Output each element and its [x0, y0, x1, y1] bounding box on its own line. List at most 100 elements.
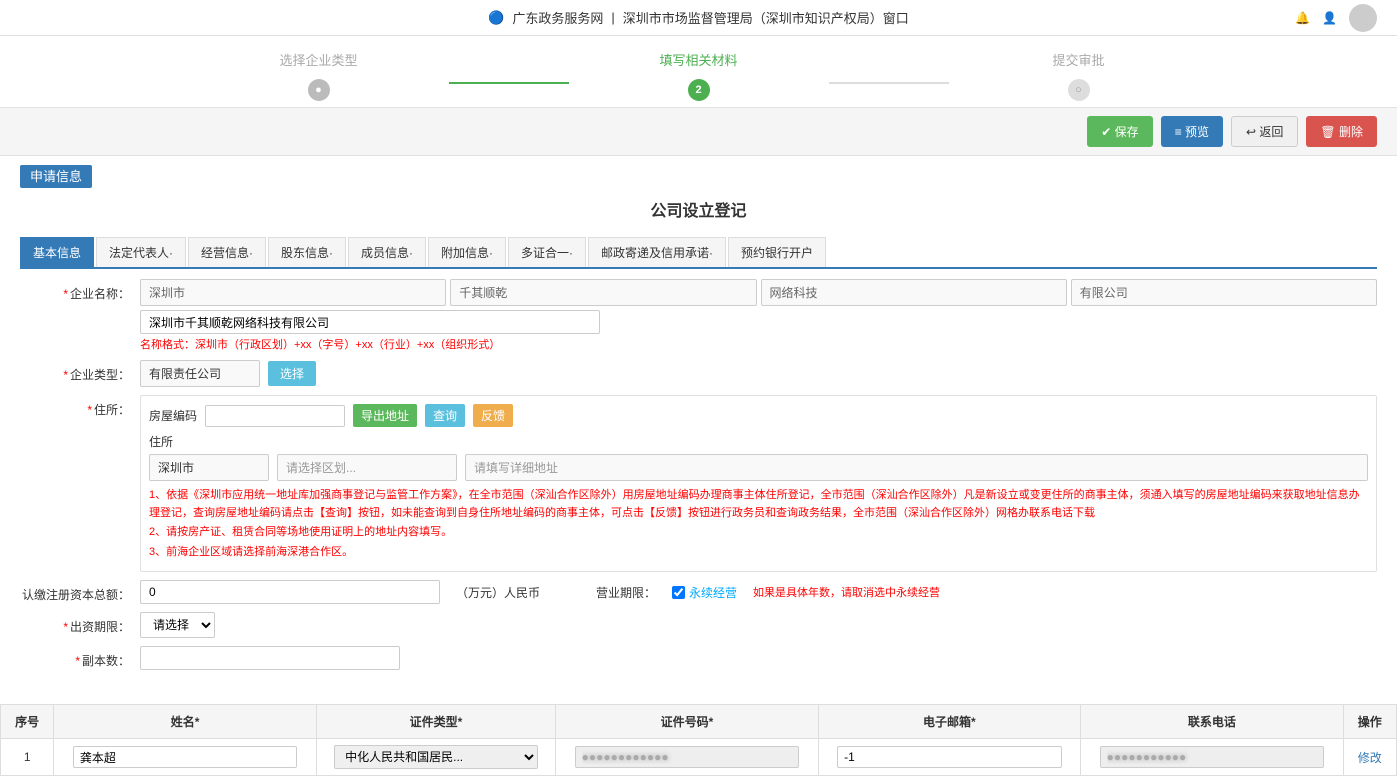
company-name-row: 企业名称： 深圳市 千其顺乾 网络科技 有限公司 名称格式：深圳市（行政区划）+… [20, 279, 1377, 352]
step-3-label: 提交审批 [1052, 50, 1104, 69]
address-row2: 深圳市 请选择区划... 请填写详细地址 [149, 454, 1368, 481]
tab-legal[interactable]: 法定代表人· [96, 237, 186, 267]
cert-type-select[interactable]: 中化人民共和国居民... [334, 745, 538, 769]
cell-num: 1 [1, 739, 54, 776]
step-1-label: 选择企业类型 [279, 50, 357, 69]
address-block: 房屋编码 导出地址 查询 反馈 住所 深圳市 请选择区划... 请填写详细地址 [140, 395, 1377, 572]
feedback-button[interactable]: 反馈 [473, 404, 513, 427]
capital-label: 认缴注册资本总额： [20, 580, 140, 603]
export-address-button[interactable]: 导出地址 [353, 404, 417, 427]
step-2-label: 填写相关材料 [659, 50, 737, 69]
address-location-label: 住所 [149, 433, 1368, 450]
period-row: 出资期限： 请选择 [20, 612, 1377, 638]
tab-shareholder[interactable]: 股东信息· [268, 237, 346, 267]
capital-field: （万元）人民币 营业期限： 永续经营 如果是具体年数，请取消选中永续经营 [140, 580, 1377, 604]
period-field: 请选择 [140, 612, 1377, 638]
biz-period-label: 营业期限： [596, 584, 656, 601]
step-1-circle: ● [308, 79, 330, 101]
toolbar: ✔ 保存 ≡ 预览 ↩ 返回 🗑 删除 [0, 108, 1397, 156]
capital-input[interactable] [140, 580, 440, 604]
cell-cert-type: 中化人民共和国居民... [316, 739, 555, 776]
step-3: 提交审批 ○ [949, 50, 1209, 101]
tabs-container: 基本信息 法定代表人· 经营信息· 股东信息· 成员信息· 附加信息· 多证合一… [0, 237, 1397, 269]
company-type-field: 有限责任公司 选择 [140, 360, 1377, 387]
step-1: 选择企业类型 ● [189, 50, 449, 101]
save-button[interactable]: ✔ 保存 [1087, 116, 1152, 147]
company-type-value: 有限责任公司 [140, 360, 260, 387]
content-card: 申请信息 公司设立登记 基本信息 法定代表人· 经营信息· 股东信息· 成员信息… [0, 156, 1397, 776]
tab-postal[interactable]: 邮政寄递及信用承诺· [588, 237, 726, 267]
select-type-button[interactable]: 选择 [268, 361, 316, 386]
type-row: 有限责任公司 选择 [140, 360, 1377, 387]
step-2: 填写相关材料 2 [569, 50, 829, 101]
name-part-type: 有限公司 [1071, 279, 1377, 306]
col-email: 电子邮箱* [818, 705, 1080, 739]
site-name: 广东政务服务网 [512, 8, 603, 27]
copies-input[interactable] [140, 646, 400, 670]
user-icon[interactable]: 👤 [1322, 11, 1337, 25]
form-content: 企业名称： 深圳市 千其顺乾 网络科技 有限公司 名称格式：深圳市（行政区划）+… [0, 269, 1397, 688]
biz-period-checkbox-label[interactable]: 永续经营 [672, 584, 737, 601]
tab-multi[interactable]: 多证合一· [508, 237, 586, 267]
address-label: 住所： [20, 395, 140, 418]
header-icon: 🔵 [488, 10, 504, 26]
capital-unit: （万元）人民币 [456, 584, 540, 601]
address-note-3: 3、前海企业区域请选择前海深港合作区。 [149, 544, 1368, 562]
header-right: 🔔 👤 [1295, 4, 1377, 32]
company-name-label: 企业名称： [20, 279, 140, 302]
cell-phone [1081, 739, 1343, 776]
col-action: 操作 [1343, 705, 1396, 739]
bell-icon[interactable]: 🔔 [1295, 11, 1310, 25]
biz-period-checkbox-text: 永续经营 [689, 584, 737, 601]
phone-input[interactable] [1100, 746, 1325, 768]
tab-bank[interactable]: 预约银行开户 [728, 237, 826, 267]
period-select[interactable]: 请选择 [140, 612, 215, 638]
address-city: 深圳市 [149, 454, 269, 481]
header: 🔵 广东政务服务网 | 深圳市市场监督管理局（深圳市知识产权局）窗口 🔔 👤 [0, 0, 1397, 36]
tab-biz[interactable]: 经营信息· [188, 237, 266, 267]
section-label: 申请信息 [20, 165, 92, 188]
copies-field [140, 646, 1377, 670]
address-row1: 房屋编码 导出地址 查询 反馈 [149, 404, 1368, 427]
capital-biz-row: 认缴注册资本总额： （万元）人民币 营业期限： 永续经营 如果是具体年数，请取消… [20, 580, 1377, 604]
address-notes: 1、依据《深圳市应用统一地址库加强商事登记与监管工作方案》，在全市范围（深汕合作… [149, 487, 1368, 561]
person-table: 序号 姓名* 证件类型* 证件号码* 电子邮箱* 联系电话 操作 1 [0, 704, 1397, 776]
header-divider: | [611, 10, 614, 25]
company-name-hint: 名称格式：深圳市（行政区划）+xx（字号）+xx（行业）+xx（组织形式） [140, 336, 1377, 352]
preview-button[interactable]: ≡ 预览 [1161, 116, 1223, 147]
step-2-circle: 2 [688, 79, 710, 101]
house-code-input[interactable] [205, 405, 345, 427]
address-district[interactable]: 请选择区划... [277, 454, 457, 481]
name-input[interactable] [73, 746, 298, 768]
cell-name [54, 739, 316, 776]
main-wrapper: 申请信息 公司设立登记 基本信息 法定代表人· 经营信息· 股东信息· 成员信息… [0, 156, 1397, 776]
delete-button[interactable]: 🗑 删除 [1306, 116, 1377, 147]
back-button[interactable]: ↩ 返回 [1231, 116, 1298, 147]
cert-num-input[interactable] [575, 746, 800, 768]
col-num: 序号 [1, 705, 54, 739]
table-body: 1 中化人民共和国居民... [1, 739, 1397, 776]
tab-attach[interactable]: 附加信息· [428, 237, 506, 267]
company-type-row: 企业类型： 有限责任公司 选择 [20, 360, 1377, 387]
step-3-circle: ○ [1068, 79, 1090, 101]
table-section: 序号 姓名* 证件类型* 证件号码* 电子邮箱* 联系电话 操作 1 [0, 704, 1397, 776]
house-code-label: 房屋编码 [149, 407, 197, 424]
cell-cert-num [556, 739, 818, 776]
email-input[interactable] [837, 746, 1062, 768]
edit-link[interactable]: 修改 [1358, 751, 1382, 765]
name-parts: 深圳市 千其顺乾 网络科技 有限公司 [140, 279, 1377, 306]
col-name: 姓名* [54, 705, 316, 739]
tab-member[interactable]: 成员信息· [348, 237, 426, 267]
tab-basic[interactable]: 基本信息 [20, 237, 94, 267]
period-label: 出资期限： [20, 612, 140, 635]
step-connector-1 [449, 82, 569, 84]
section-header: 申请信息 [0, 156, 1397, 185]
company-name-input[interactable] [140, 310, 600, 334]
cell-email [818, 739, 1080, 776]
address-detail-placeholder[interactable]: 请填写详细地址 [465, 454, 1368, 481]
biz-period-checkbox[interactable] [672, 586, 685, 599]
col-cert-type: 证件类型* [316, 705, 555, 739]
query-address-button[interactable]: 查询 [425, 404, 465, 427]
copies-label: 副本数： [20, 646, 140, 669]
col-cert-num: 证件号码* [556, 705, 818, 739]
